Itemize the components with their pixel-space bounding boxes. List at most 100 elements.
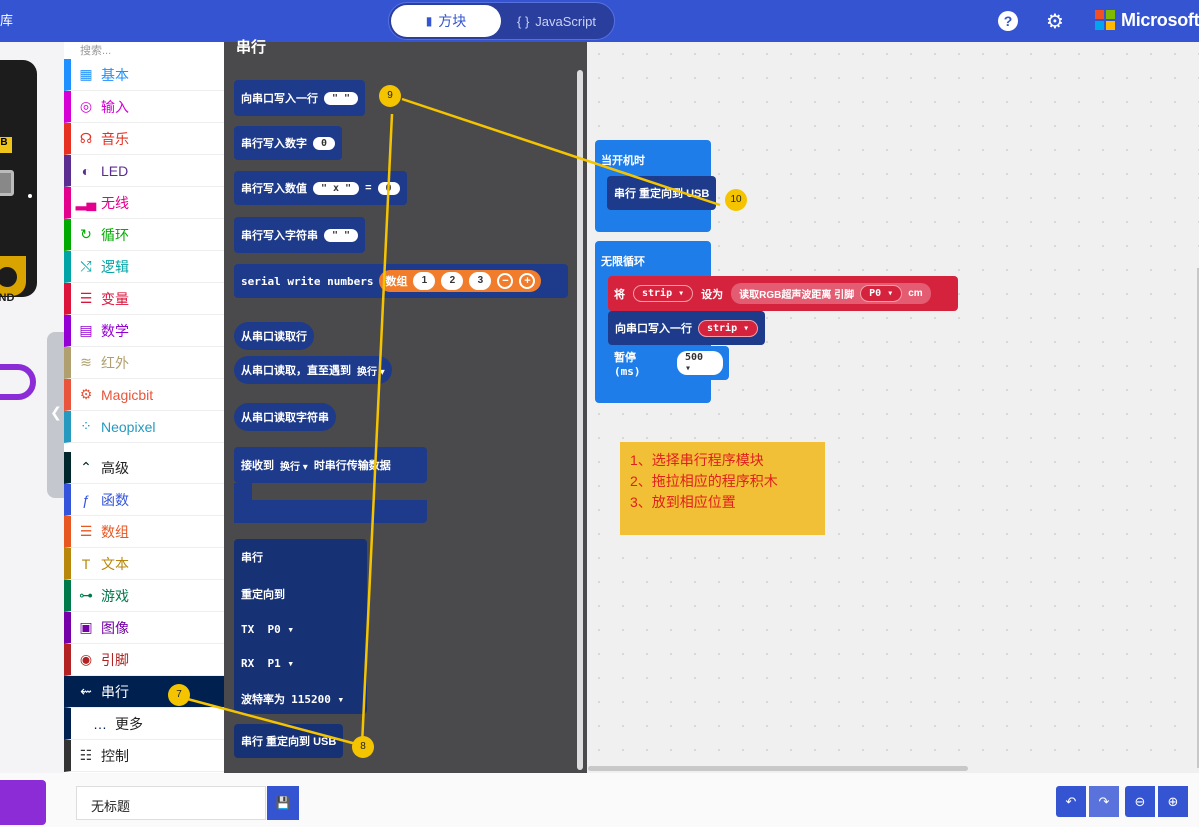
javascript-mode-button[interactable]: { } JavaScript [509, 5, 609, 37]
block-string-input[interactable]: " " [324, 228, 359, 242]
rx-dropdown[interactable]: P1 ▾ [268, 657, 295, 670]
category-8[interactable]: ▤ 数学 [64, 315, 224, 347]
category-0[interactable]: ▦ 基本 [64, 59, 224, 91]
category-6[interactable]: ⤭ 逻辑 [64, 251, 224, 283]
variable-dropdown[interactable]: strip ▾ [633, 285, 694, 302]
zoom-out-icon[interactable]: ⊖ [1125, 786, 1155, 817]
set-variable-block[interactable]: 将 strip ▾ 设为 读取RGB超声波距离 引脚 P0 ▾ cm [608, 276, 958, 311]
board-button-b[interactable] [0, 170, 14, 196]
block-label: 将 [614, 288, 625, 301]
category-17[interactable]: ▣ 图像 [64, 612, 224, 644]
block-serial-write-string[interactable]: 串行写入字符串 " " [234, 217, 366, 253]
category-palette: 搜索... ▦ 基本 ◎ 输入 ☊ 音乐 ◐ LED ▂▄ 无线 ↻ 循环 ⤭ 逻辑 ☰ 变量 ▤ 数学 ≋ 红外 ⚙ M… [64, 42, 224, 773]
collapse-simulator-button[interactable]: ❮ [47, 332, 65, 498]
category-label: 引脚 [101, 651, 129, 668]
category-3[interactable]: ◐ LED [64, 155, 224, 187]
block-number-input[interactable]: 0 [313, 136, 336, 150]
on-start-block[interactable]: 当开机时 串行 重定向到 USB [595, 140, 717, 232]
category-1[interactable]: ◎ 输入 [64, 91, 224, 123]
function-icon: ƒ [82, 491, 90, 508]
category-19[interactable]: ⇜ 串行 [64, 676, 224, 708]
category-14[interactable]: ☰ 数组 [64, 516, 224, 548]
category-4[interactable]: ▂▄ 无线 [64, 187, 224, 219]
breadcrumb[interactable]: 库 [0, 10, 13, 29]
category-11[interactable]: ⁘ Neopixel [64, 411, 224, 443]
delimiter-dropdown[interactable]: 换行 ▾ [280, 458, 308, 473]
category-label: 红外 [101, 354, 129, 371]
block-serial-redirect[interactable]: 串行 重定向到 TX P0 ▾ RX P1 ▾ 波特率为 115200 ▾ [234, 539, 367, 714]
block-label: 读取RGB超声波距离 引脚 [739, 290, 855, 301]
save-icon[interactable]: 💾 [267, 786, 299, 820]
block-serial-read-string[interactable]: 从串口读取字符串 [234, 403, 336, 431]
block-serial-write-value[interactable]: 串行写入数值 " x " = 0 [234, 171, 407, 205]
blocks-mode-button[interactable]: ▮ 方块 [391, 5, 501, 37]
category-2[interactable]: ☊ 音乐 [64, 123, 224, 155]
block-string-input[interactable]: " " [324, 91, 359, 105]
category-18[interactable]: ◉ 引脚 [64, 644, 224, 676]
pause-dropdown[interactable]: 500 ▾ [676, 351, 723, 375]
zoom-in-icon[interactable]: ⊕ [1158, 786, 1188, 817]
tx-dropdown[interactable]: P0 ▾ [268, 623, 295, 636]
ultrasonic-distance-block[interactable]: 读取RGB超声波距离 引脚 P0 ▾ cm [731, 283, 931, 304]
blocks-mode-label: 方块 [438, 13, 467, 29]
redo-icon[interactable]: ↷ [1089, 786, 1119, 817]
category-7[interactable]: ☰ 变量 [64, 283, 224, 315]
baud-dropdown[interactable]: 115200 ▾ [291, 693, 344, 706]
block-on-data-received[interactable]: 接收到 换行 ▾ 时串行传输数据 [234, 447, 427, 483]
microbit-board[interactable]: B GND [0, 60, 37, 304]
on-start-label: 当开机时 [601, 155, 645, 167]
category-5[interactable]: ↻ 循环 [64, 219, 224, 251]
note-line: 3、放到相应位置 [630, 494, 736, 510]
block-serial-write-number[interactable]: 串行写入数字 0 [234, 126, 343, 160]
category-15[interactable]: T 文本 [64, 548, 224, 580]
workspace-horizontal-scrollbar[interactable] [588, 766, 968, 771]
category-13[interactable]: ƒ 函数 [64, 484, 224, 516]
block-label: 从串口读取，直至遇到 [241, 365, 351, 377]
delimiter-dropdown[interactable]: 换行 ▾ [357, 363, 385, 378]
serial-write-line-block[interactable]: 向串口写入一行 strip ▾ [608, 311, 766, 345]
block-serial-redirect-usb[interactable]: 串行 重定向到 USB [234, 724, 344, 758]
project-name-input[interactable]: 无标题 [76, 786, 266, 820]
category-9[interactable]: ≋ 红外 [64, 347, 224, 379]
settings-gear-icon[interactable]: ⚙ [1046, 9, 1064, 34]
minus-circle-icon[interactable]: − [497, 273, 514, 289]
simulator-toggle[interactable] [0, 364, 36, 400]
help-icon[interactable]: ? [998, 11, 1018, 31]
block-serial-read-line[interactable]: 从串口读取行 [234, 322, 314, 350]
download-button[interactable] [0, 780, 46, 825]
category-label: 更多 [115, 715, 143, 732]
category-label: 高级 [101, 459, 129, 476]
category-label: 逻辑 [101, 258, 129, 275]
target-icon: ◎ [79, 98, 93, 114]
category-16[interactable]: ⊶ 游戏 [64, 580, 224, 612]
variable-dropdown[interactable]: strip ▾ [698, 319, 759, 337]
array-item[interactable]: 3 [469, 272, 492, 290]
block-serial-write-line[interactable]: 向串口写入一行 " " [234, 80, 366, 116]
chevron-up-icon: ⌃ [80, 459, 92, 475]
category-21[interactable]: ☷ 控制 [64, 740, 224, 772]
javascript-mode-label: JavaScript [535, 13, 596, 29]
image-icon: ▣ [79, 619, 93, 635]
search-input[interactable]: 搜索... [80, 42, 111, 58]
array-item[interactable]: 1 [413, 272, 436, 290]
plus-circle-icon[interactable]: + [519, 273, 536, 289]
braces-icon: { } [517, 13, 530, 29]
category-12[interactable]: ⌃ 高级 [64, 452, 224, 484]
pause-block[interactable]: 暂停 (ms) 500 ▾ [608, 346, 729, 380]
flyout-scrollbar[interactable] [577, 70, 583, 770]
list-icon: ☰ [79, 523, 93, 539]
array-item[interactable]: 2 [441, 272, 464, 290]
category-label: 控制 [101, 747, 129, 764]
block-serial-read-until[interactable]: 从串口读取，直至遇到 换行 ▾ [234, 356, 392, 384]
array-block[interactable]: 数组 1 2 3 − + [379, 270, 542, 292]
wifi-icon: ≋ [80, 354, 92, 370]
block-key-input[interactable]: " x " [313, 181, 360, 195]
pin-dropdown[interactable]: P0 ▾ [860, 285, 903, 302]
category-10[interactable]: ⚙ Magicbit [64, 379, 224, 411]
block-serial-write-numbers[interactable]: serial write numbers 数组 1 2 3 − + [234, 264, 568, 298]
undo-icon[interactable]: ↶ [1056, 786, 1086, 817]
serial-redirect-usb-block[interactable]: 串行 重定向到 USB [607, 176, 717, 210]
block-number-input[interactable]: 0 [377, 181, 400, 195]
category-label: 无线 [101, 194, 129, 211]
category-20[interactable]: … 更多 [64, 708, 224, 740]
